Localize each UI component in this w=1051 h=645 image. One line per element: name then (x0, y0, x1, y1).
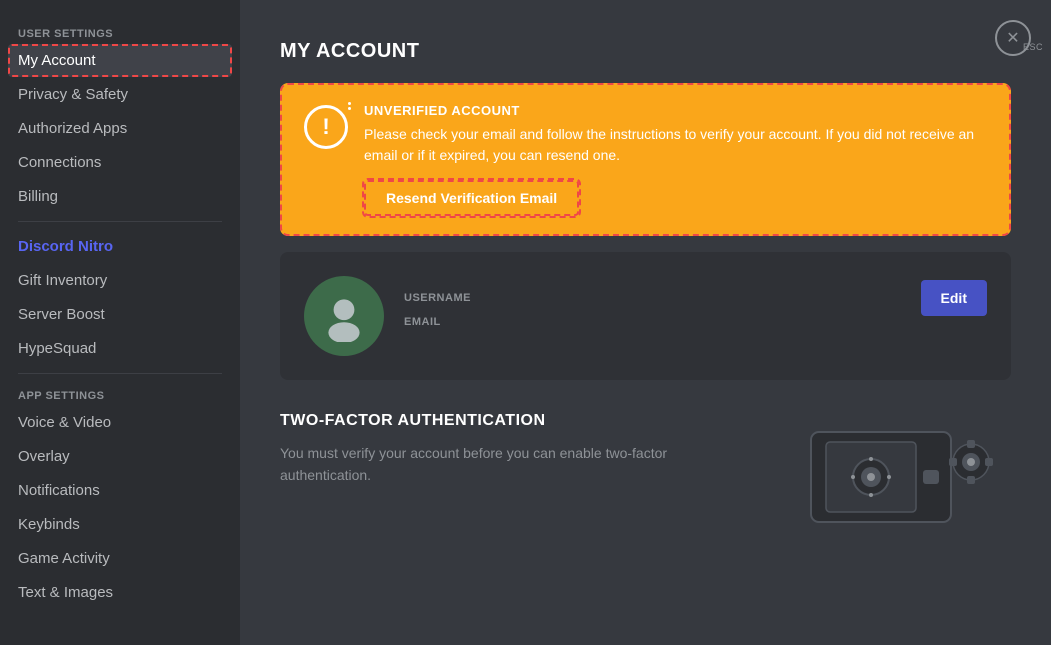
sidebar-item-text-images[interactable]: Text & Images (8, 576, 232, 609)
sidebar-item-keybinds[interactable]: Keybinds (8, 508, 232, 541)
sidebar-item-privacy-safety[interactable]: Privacy & Safety (8, 78, 232, 111)
username-label: USERNAME (404, 292, 901, 304)
sidebar-item-server-boost[interactable]: Server Boost (8, 298, 232, 331)
two-factor-section: TWO-FACTOR AUTHENTICATION You must verif… (280, 412, 1011, 532)
tfa-illustration (771, 412, 1011, 532)
sidebar-item-label: Privacy & Safety (18, 86, 128, 103)
username-field: USERNAME (404, 292, 901, 304)
sidebar-item-label: Keybinds (18, 516, 80, 533)
sidebar-item-connections[interactable]: Connections (8, 146, 232, 179)
page-title: MY ACCOUNT (280, 40, 1011, 63)
user-settings-label: USER SETTINGS (8, 20, 232, 44)
avatar (304, 276, 384, 356)
main-content: MY ACCOUNT UNVERIFIED ACCOUNT Please che… (240, 0, 1051, 645)
avatar-container (304, 276, 384, 356)
sidebar-item-game-activity[interactable]: Game Activity (8, 542, 232, 575)
sidebar-item-label: Voice & Video (18, 414, 111, 431)
warning-description: Please check your email and follow the i… (364, 124, 987, 166)
sidebar-divider-1 (18, 221, 222, 222)
sidebar-item-authorized-apps[interactable]: Authorized Apps (8, 112, 232, 145)
account-card: USERNAME EMAIL Edit (280, 252, 1011, 380)
sidebar-item-label: Connections (18, 154, 101, 171)
tfa-text-block: TWO-FACTOR AUTHENTICATION You must verif… (280, 412, 731, 487)
sidebar-item-label: Text & Images (18, 584, 113, 601)
app-settings-label: APP SETTINGS (8, 382, 232, 406)
warning-icon (304, 105, 348, 149)
account-info: USERNAME EMAIL (404, 292, 901, 340)
sidebar-item-notifications[interactable]: Notifications (8, 474, 232, 507)
sidebar-item-overlay[interactable]: Overlay (8, 440, 232, 473)
unverified-banner: UNVERIFIED ACCOUNT Please check your ema… (280, 83, 1011, 236)
warning-title: UNVERIFIED ACCOUNT (364, 103, 987, 118)
sidebar-item-label: Server Boost (18, 306, 105, 323)
sidebar-item-billing[interactable]: Billing (8, 180, 232, 213)
discord-avatar-icon (318, 290, 370, 342)
warning-dot-2 (348, 107, 351, 110)
sidebar-item-label: Game Activity (18, 550, 110, 567)
sidebar-item-label: My Account (18, 52, 96, 69)
email-field-block: EMAIL (404, 316, 901, 328)
warning-icon-dots (348, 102, 351, 110)
warning-text-block: UNVERIFIED ACCOUNT Please check your ema… (364, 103, 987, 216)
email-label: EMAIL (404, 316, 901, 328)
sidebar: USER SETTINGS My Account Privacy & Safet… (0, 0, 240, 645)
sidebar-item-label: Notifications (18, 482, 100, 499)
sidebar-item-label: Discord Nitro (18, 238, 113, 255)
edit-button[interactable]: Edit (921, 280, 987, 316)
tfa-description: You must verify your account before you … (280, 442, 731, 487)
close-label: ESC (1023, 42, 1043, 52)
tfa-illustration-svg (771, 412, 1011, 532)
sidebar-divider-2 (18, 373, 222, 374)
sidebar-item-gift-inventory[interactable]: Gift Inventory (8, 264, 232, 297)
sidebar-item-label: HypeSquad (18, 340, 96, 357)
tfa-title: TWO-FACTOR AUTHENTICATION (280, 412, 731, 430)
sidebar-item-label: Gift Inventory (18, 272, 107, 289)
sidebar-item-hypesquad[interactable]: HypeSquad (8, 332, 232, 365)
sidebar-item-voice-video[interactable]: Voice & Video (8, 406, 232, 439)
sidebar-item-label: Billing (18, 188, 58, 205)
sidebar-item-my-account[interactable]: My Account (8, 44, 232, 77)
warning-dot-1 (348, 102, 351, 105)
sidebar-item-discord-nitro[interactable]: Discord Nitro (8, 230, 232, 263)
resend-verification-button[interactable]: Resend Verification Email (364, 180, 579, 216)
sidebar-item-label: Authorized Apps (18, 120, 127, 137)
sidebar-item-label: Overlay (18, 448, 70, 465)
